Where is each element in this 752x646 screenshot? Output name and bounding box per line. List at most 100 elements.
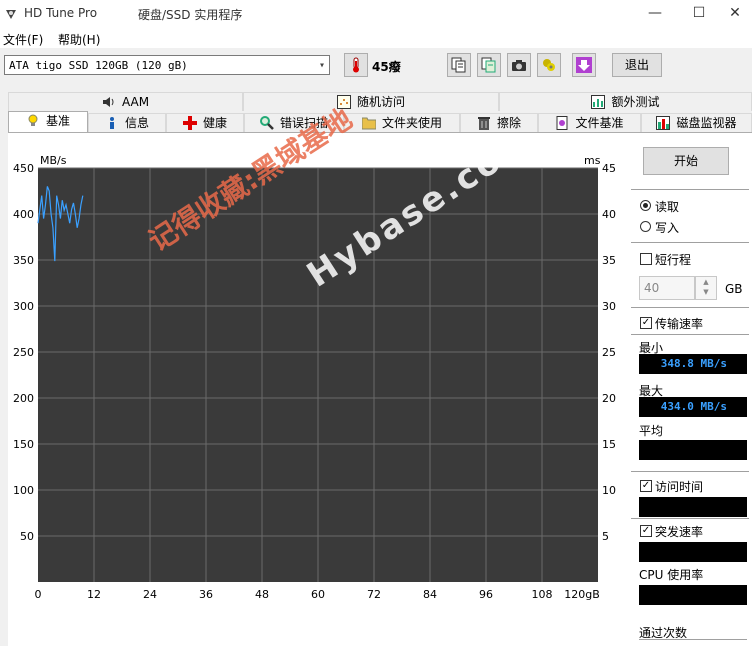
transfer-rate-label: 传输速率	[655, 317, 704, 331]
copy-icon	[451, 57, 466, 73]
left-axis-unit: MB/s	[40, 154, 67, 167]
tab-folder-usage[interactable]: 文件夹使用	[344, 113, 460, 132]
tools-icon	[543, 59, 555, 71]
thermometer-icon	[353, 57, 359, 73]
x-tick-label: 120gB	[564, 588, 600, 601]
x-tick-label: 72	[367, 588, 381, 601]
y-tick-label-left: 250	[13, 346, 34, 359]
access-time-label: 访问时间	[655, 480, 704, 494]
tab-disk-monitor-label: 磁盘监视器	[676, 116, 737, 130]
tab-extra-tests[interactable]: 额外测试	[499, 92, 752, 111]
y-tick-label-left: 150	[13, 438, 34, 451]
transfer-rate-checkbox[interactable]: ✓	[640, 317, 652, 329]
lightbulb-icon	[28, 114, 38, 126]
separator	[631, 189, 749, 190]
y-tick-label-right: 10	[602, 484, 616, 497]
menu-bar	[0, 28, 752, 48]
short-stroke-label: 短行程	[655, 253, 692, 267]
start-button[interactable]: 开始	[643, 147, 729, 175]
y-tick-label-left: 100	[13, 484, 34, 497]
y-tick-label-right: 45	[602, 162, 616, 175]
options-button[interactable]	[537, 53, 561, 77]
y-tick-label-right: 40	[602, 208, 616, 221]
access-time-value	[639, 497, 747, 517]
passes-separator	[639, 639, 747, 640]
y-tick-label-left: 300	[13, 300, 34, 313]
tab-file-benchmark[interactable]: 文件基准	[538, 113, 641, 132]
min-value: 348.8 MB/s	[639, 354, 747, 374]
copy-results-button[interactable]	[477, 53, 501, 77]
write-radio[interactable]	[640, 221, 651, 232]
tab-info[interactable]: 信息	[88, 113, 166, 132]
separator	[631, 307, 749, 308]
close-button[interactable]: ✕	[712, 0, 752, 28]
y-tick-label-left: 400	[13, 208, 34, 221]
write-label: 写入	[655, 221, 680, 235]
temperature-value: 45癈	[372, 60, 401, 74]
disk-monitor-icon	[656, 116, 671, 130]
right-axis-unit: ms	[584, 154, 601, 167]
x-tick-label: 48	[255, 588, 269, 601]
tab-info-label: 信息	[124, 116, 149, 130]
tab-random-access[interactable]: 随机访问	[243, 92, 499, 111]
y-tick-label-right: 15	[602, 438, 616, 451]
y-tick-label-left: 200	[13, 392, 34, 405]
chevron-down-icon[interactable]: ▼	[696, 287, 716, 297]
screenshot-button[interactable]	[507, 53, 531, 77]
short-stroke-spinner[interactable]: ▲ ▼	[695, 276, 717, 300]
burst-rate-value	[639, 542, 747, 562]
benchmark-chart: 450 45400 40350 35300 30250 25200 20150 15100 10…	[13, 154, 616, 601]
x-tick-label: 60	[311, 588, 325, 601]
camera-icon	[512, 60, 526, 71]
save-button[interactable]	[572, 53, 596, 77]
y-tick-label-left: 50	[20, 530, 34, 543]
tab-random-access-label: 随机访问	[356, 95, 405, 109]
trash-icon	[477, 117, 490, 130]
tab-health-label: 健康	[202, 116, 227, 130]
app-subtitle: 硬盘/SSD 实用程序	[138, 8, 243, 22]
app-icon	[6, 10, 16, 19]
tab-health[interactable]: 健康	[166, 113, 244, 132]
file-benchmark-icon	[556, 116, 568, 130]
access-time-checkbox[interactable]: ✓	[640, 480, 652, 492]
tab-benchmark-label: 基准	[45, 114, 70, 128]
tab-folder-usage-label: 文件夹使用	[381, 116, 442, 130]
tab-aam[interactable]: AAM	[8, 92, 243, 111]
max-value: 434.0 MB/s	[639, 397, 747, 417]
y-tick-label-right: 5	[602, 530, 609, 543]
copy-info-button[interactable]	[447, 53, 471, 77]
x-tick-label: 24	[143, 588, 157, 601]
chevron-up-icon[interactable]: ▲	[696, 277, 716, 287]
exit-button[interactable]: 退出	[612, 53, 662, 77]
x-tick-label: 108	[532, 588, 553, 601]
separator	[631, 518, 749, 519]
short-stroke-checkbox[interactable]	[640, 253, 652, 265]
separator	[631, 471, 749, 472]
y-tick-label-left: 450	[13, 162, 34, 175]
separator	[631, 334, 749, 335]
extra-tests-icon	[591, 95, 606, 109]
x-tick-label: 36	[199, 588, 213, 601]
gb-unit-label: GB	[725, 282, 743, 296]
tab-disk-monitor[interactable]: 磁盘监视器	[641, 113, 752, 132]
menu-help[interactable]: 帮助(H)	[58, 31, 100, 48]
x-tick-label: 96	[479, 588, 493, 601]
y-tick-label-right: 30	[602, 300, 616, 313]
separator	[631, 242, 749, 243]
burst-rate-checkbox[interactable]: ✓	[640, 525, 652, 537]
tab-benchmark[interactable]: 基准	[8, 111, 88, 133]
read-label: 读取	[655, 200, 680, 214]
short-stroke-input[interactable]: 40	[639, 276, 695, 300]
chevron-down-icon: ▾	[318, 60, 325, 71]
download-arrow-icon	[576, 57, 592, 73]
read-radio[interactable]	[640, 200, 651, 211]
x-tick-label: 12	[87, 588, 101, 601]
drive-select[interactable]: ATA tigo SSD 120GB (120 gB) ▾	[4, 55, 330, 75]
temperature-button[interactable]	[344, 53, 368, 77]
y-tick-label-right: 20	[602, 392, 616, 405]
minimize-button[interactable]: —	[632, 0, 678, 28]
speaker-icon	[102, 97, 114, 107]
cpu-usage-value	[639, 585, 747, 605]
tab-extra-tests-label: 额外测试	[611, 95, 660, 109]
menu-file[interactable]: 文件(F)	[3, 31, 43, 48]
